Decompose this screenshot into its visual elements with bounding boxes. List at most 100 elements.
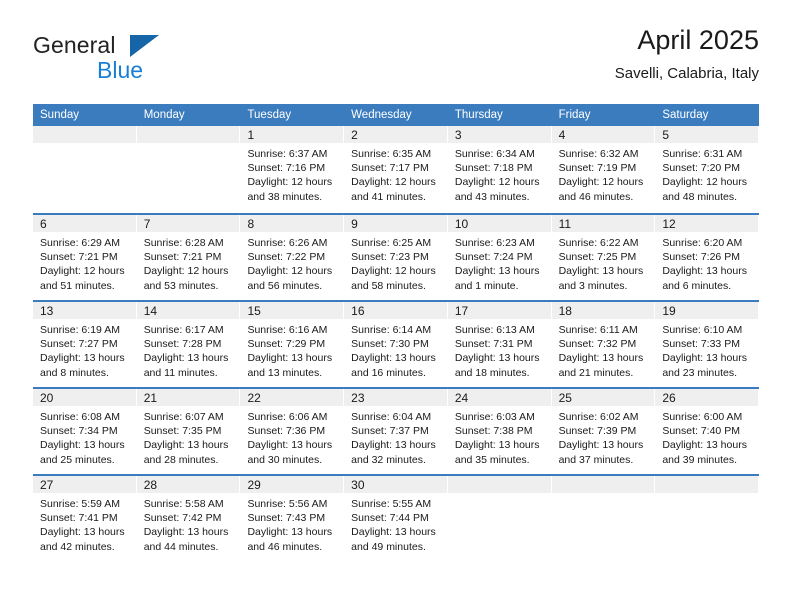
sunrise-text: Sunrise: 6:20 AM (662, 237, 743, 249)
day-cell-inner: 10 Sunrise: 6:23 AM Sunset: 7:24 PM Dayligh… (447, 215, 551, 300)
calendar-day-cell[interactable]: 16 Sunrise: 6:14 AM Sunset: 7:30 PM Dayligh… (344, 302, 448, 387)
sunset-text: Sunset: 7:44 PM (351, 512, 429, 525)
calendar-day-cell[interactable]: 30 Sunrise: 5:55 AM Sunset: 7:44 PM Dayligh… (344, 476, 448, 561)
daylight-text-line1: Daylight: 13 hours (40, 439, 125, 452)
calendar-day-cell[interactable]: 23 Sunrise: 6:04 AM Sunset: 7:37 PM Dayligh… (344, 389, 448, 474)
page-title: April 2025 (637, 25, 759, 55)
day-number: 8 (247, 217, 255, 231)
calendar-day-cell[interactable]: 11 Sunrise: 6:22 AM Sunset: 7:25 PM Dayligh… (551, 215, 656, 300)
day-number: 12 (662, 217, 676, 231)
weekday-header-sunday: Sunday (40, 109, 80, 121)
sunset-text: Sunset: 7:18 PM (454, 162, 533, 175)
day-number-band: 19 (655, 302, 759, 319)
calendar-day-cell[interactable]: 1 Sunrise: 6:37 AM Sunset: 7:16 PM Daylight… (240, 126, 344, 213)
calendar-day-cell[interactable]: 28 Sunrise: 5:58 AM Sunset: 7:42 PM Dayligh… (136, 476, 241, 561)
calendar-day-cell[interactable]: 12 Sunrise: 6:20 AM Sunset: 7:26 PM Dayligh… (655, 215, 759, 300)
day-cell-inner: 9 Sunrise: 6:25 AM Sunset: 7:23 PM Daylight… (344, 215, 447, 300)
calendar-day-cell[interactable]: 17 Sunrise: 6:13 AM Sunset: 7:31 PM Dayligh… (447, 302, 552, 387)
sunrise-text: Sunrise: 6:37 AM (247, 148, 328, 160)
calendar-day-cell[interactable]: 4 Sunrise: 6:32 AM Sunset: 7:19 PM Daylight… (551, 126, 656, 213)
calendar-day-cell[interactable]: 9 Sunrise: 6:25 AM Sunset: 7:23 PM Daylight… (344, 215, 448, 300)
day-cell-inner: 14 Sunrise: 6:17 AM Sunset: 7:28 PM Dayligh… (136, 302, 240, 387)
calendar-day-cell[interactable]: 21 Sunrise: 6:07 AM Sunset: 7:35 PM Dayligh… (136, 389, 241, 474)
day-number: 2 (351, 128, 358, 142)
calendar-day-cell[interactable]: 3 Sunrise: 6:34 AM Sunset: 7:18 PM Daylight… (447, 126, 552, 213)
day-details: Sunrise: 6:26 AM Sunset: 7:22 PM Daylight:… (240, 232, 343, 293)
day-details: Sunrise: 6:00 AM Sunset: 7:40 PM Daylight:… (655, 406, 758, 467)
day-details: Sunrise: 6:32 AM Sunset: 7:19 PM Daylight:… (552, 143, 655, 204)
calendar-day-cell[interactable]: 18 Sunrise: 6:11 AM Sunset: 7:32 PM Dayligh… (551, 302, 656, 387)
day-number: 11 (558, 217, 572, 231)
day-number: 29 (247, 478, 261, 492)
day-number-band: 5 (655, 126, 759, 143)
calendar-day-cell[interactable]: 20 Sunrise: 6:08 AM Sunset: 7:34 PM Dayligh… (33, 389, 137, 474)
weekday-header-row: Sunday Monday Tuesday Wednesday Thursday Frid… (33, 104, 759, 126)
day-number-band: 22 (240, 389, 344, 406)
sunrise-text: Sunrise: 5:55 AM (351, 498, 432, 510)
day-details: Sunrise: 6:07 AM Sunset: 7:35 PM Daylight:… (137, 406, 240, 467)
day-number-band: 7 (136, 215, 240, 232)
day-number-band: 3 (447, 126, 551, 143)
daylight-text-line1: Daylight: 13 hours (351, 352, 436, 365)
sunrise-text: Sunrise: 6:16 AM (247, 324, 328, 336)
day-number: 7 (143, 217, 151, 231)
day-details: Sunrise: 5:59 AM Sunset: 7:41 PM Daylight:… (33, 493, 136, 554)
day-number-band: 1 (240, 126, 344, 143)
day-number: 18 (558, 304, 572, 318)
calendar-day-cell[interactable]: 6 Sunrise: 6:29 AM Sunset: 7:21 PM Daylight… (33, 215, 137, 300)
calendar-day-cell[interactable]: 25 Sunrise: 6:02 AM Sunset: 7:39 PM Dayligh… (551, 389, 656, 474)
daylight-text-line2: and 46 minutes. (247, 540, 323, 553)
calendar-day-cell[interactable]: 10 Sunrise: 6:23 AM Sunset: 7:24 PM Dayligh… (447, 215, 552, 300)
day-number: 17 (454, 304, 469, 318)
calendar-day-cell[interactable]: 24 Sunrise: 6:03 AM Sunset: 7:38 PM Dayligh… (447, 389, 552, 474)
calendar-day-cell[interactable]: 15 Sunrise: 6:16 AM Sunset: 7:29 PM Dayligh… (240, 302, 344, 387)
daylight-text-line1: Daylight: 13 hours (454, 439, 540, 452)
calendar-day-cell[interactable]: 14 Sunrise: 6:17 AM Sunset: 7:28 PM Dayligh… (136, 302, 241, 387)
calendar-grid: Sunday Monday Tuesday Wednesday Thursday Frid… (33, 104, 759, 561)
brand-logo[interactable]: General Blue (33, 32, 273, 92)
day-details: Sunrise: 6:31 AM Sunset: 7:20 PM Daylight:… (655, 143, 758, 204)
sunrise-text: Sunrise: 6:19 AM (40, 324, 120, 336)
calendar-day-cell[interactable]: 2 Sunrise: 6:35 AM Sunset: 7:17 PM Daylight… (344, 126, 448, 213)
day-details: Sunrise: 6:25 AM Sunset: 7:23 PM Daylight:… (344, 232, 447, 293)
sunset-text: Sunset: 7:29 PM (247, 338, 326, 351)
daylight-text-line1: Daylight: 13 hours (143, 352, 229, 365)
sunrise-text: Sunrise: 5:56 AM (247, 498, 328, 510)
daylight-text-line2: and 11 minutes. (143, 366, 218, 379)
day-number-band: 25 (551, 389, 655, 406)
sunset-text: Sunset: 7:28 PM (143, 338, 222, 351)
calendar-day-cell[interactable]: 26 Sunrise: 6:00 AM Sunset: 7:40 PM Dayligh… (655, 389, 759, 474)
day-number-band (551, 476, 655, 493)
sunset-text: Sunset: 7:40 PM (662, 425, 740, 438)
day-cell-inner: 24 Sunrise: 6:03 AM Sunset: 7:38 PM Dayligh… (447, 389, 551, 474)
day-cell-inner: 17 Sunrise: 6:13 AM Sunset: 7:31 PM Dayligh… (447, 302, 551, 387)
sunset-text: Sunset: 7:27 PM (40, 338, 118, 351)
daylight-text-line1: Daylight: 13 hours (558, 439, 644, 452)
calendar-day-cell[interactable]: 27 Sunrise: 5:59 AM Sunset: 7:41 PM Dayligh… (33, 476, 137, 561)
daylight-text-line1: Daylight: 13 hours (454, 265, 540, 278)
calendar-day-cell[interactable]: 13 Sunrise: 6:19 AM Sunset: 7:27 PM Dayligh… (33, 302, 137, 387)
day-cell-inner: 15 Sunrise: 6:16 AM Sunset: 7:29 PM Dayligh… (240, 302, 344, 387)
weekday-header-monday: Monday (143, 109, 185, 121)
calendar-day-cell[interactable]: 7 Sunrise: 6:28 AM Sunset: 7:21 PM Daylight… (136, 215, 241, 300)
sunrise-text: Sunrise: 6:25 AM (351, 237, 432, 249)
day-details: Sunrise: 6:23 AM Sunset: 7:24 PM Daylight:… (448, 232, 551, 293)
sunset-text: Sunset: 7:42 PM (143, 512, 222, 525)
calendar-day-cell[interactable]: 29 Sunrise: 5:56 AM Sunset: 7:43 PM Dayligh… (240, 476, 344, 561)
daylight-text-line2: and 51 minutes. (40, 279, 115, 292)
sunrise-text: Sunrise: 6:10 AM (662, 324, 743, 336)
daylight-text-line2: and 38 minutes. (247, 190, 323, 203)
day-number: 19 (662, 304, 676, 318)
daylight-text-line2: and 23 minutes. (662, 366, 738, 379)
calendar-day-cell[interactable]: 5 Sunrise: 6:31 AM Sunset: 7:20 PM Daylight… (655, 126, 759, 213)
day-details: Sunrise: 5:56 AM Sunset: 7:43 PM Daylight:… (240, 493, 343, 554)
day-cell-inner: 16 Sunrise: 6:14 AM Sunset: 7:30 PM Dayligh… (344, 302, 447, 387)
sunrise-text: Sunrise: 6:03 AM (454, 411, 535, 423)
calendar-day-cell[interactable]: 22 Sunrise: 6:06 AM Sunset: 7:36 PM Dayligh… (240, 389, 344, 474)
sunset-text: Sunset: 7:20 PM (662, 162, 740, 175)
calendar-day-cell[interactable]: 8 Sunrise: 6:26 AM Sunset: 7:22 PM Daylight… (240, 215, 344, 300)
calendar-day-cell[interactable]: 19 Sunrise: 6:10 AM Sunset: 7:33 PM Dayligh… (655, 302, 759, 387)
day-number-band: 9 (344, 215, 447, 232)
sunrise-text: Sunrise: 6:35 AM (351, 148, 432, 160)
triangle-logo-icon (130, 35, 159, 57)
